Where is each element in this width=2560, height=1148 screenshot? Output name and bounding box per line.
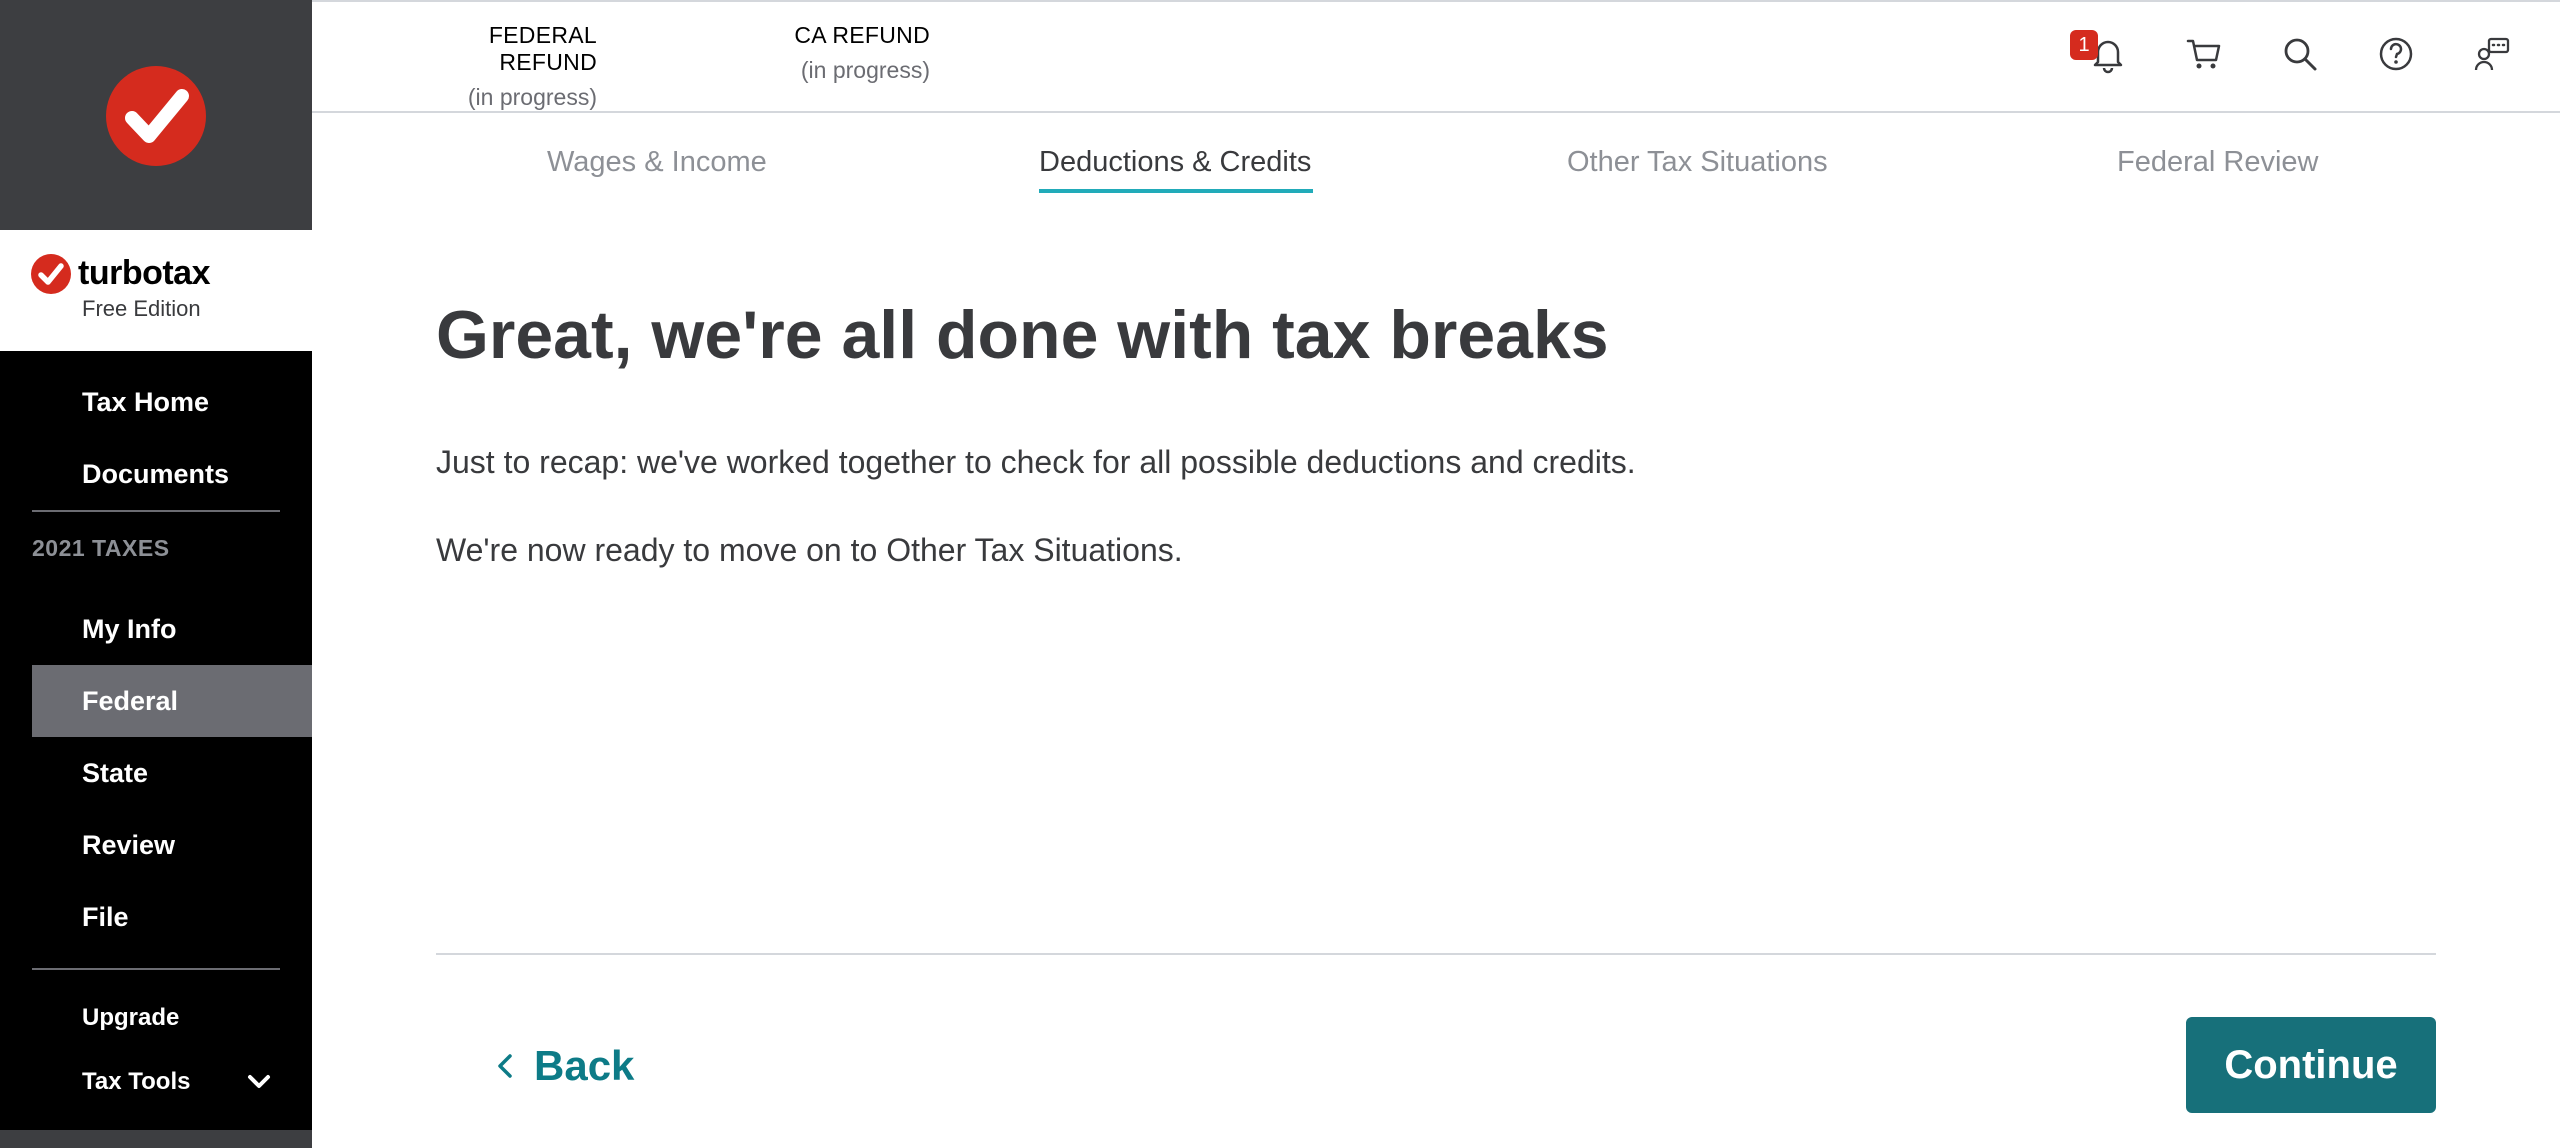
chat-icon[interactable] [2472,34,2512,74]
sidebar-item-review[interactable]: Review [32,809,312,881]
sidebar-divider [32,510,280,512]
page-title: Great, we're all done with tax breaks [436,297,1609,373]
active-tab-indicator [1039,189,1313,193]
sidebar-divider [32,968,280,970]
chevron-left-icon [498,1054,512,1078]
brand-block: turbotax Free Edition [0,230,312,351]
sidebar-footer [0,1130,312,1148]
ca-refund-status: (in progress) [800,57,930,83]
content-divider [436,953,2436,955]
tab-wages-income[interactable]: Wages & Income [547,146,767,179]
sidebar-item-upgrade[interactable]: Upgrade [32,982,312,1054]
federal-refund-label: FEDERAL REFUND [488,22,597,75]
notification-badge: 1 [2070,30,2098,60]
sidebar-section-title: 2021 TAXES [32,535,170,561]
sidebar-item-my-info[interactable]: My Info [32,593,312,665]
sidebar-item-federal[interactable]: Federal [32,665,312,737]
brand-edition: Free Edition [82,296,201,321]
back-button[interactable]: Back [494,1036,634,1096]
tab-other-tax-situations[interactable]: Other Tax Situations [1567,146,1828,179]
help-icon[interactable] [2376,34,2416,74]
sidebar-item-tax-home[interactable]: Tax Home [32,366,312,438]
sidebar-item-state[interactable]: State [32,737,312,809]
sidebar: turbotax Free Edition Tax Home Documents… [0,0,312,1148]
next-step-text: We're now ready to move on to Other Tax … [436,532,1183,568]
ca-refund-label: CA REFUND [794,22,930,48]
sidebar-item-file[interactable]: File [32,881,312,953]
continue-button[interactable]: Continue [2186,1017,2436,1113]
tab-deductions-credits[interactable]: Deductions & Credits [1039,146,1311,179]
header-divider [312,111,2560,113]
sidebar-item-documents[interactable]: Documents [32,438,312,510]
cart-icon[interactable] [2184,34,2224,74]
federal-refund-meter[interactable]: FEDERAL REFUND (in progress) [392,22,597,111]
search-icon[interactable] [2280,34,2320,74]
chevron-down-icon[interactable] [246,1069,272,1095]
top-border [312,0,2560,2]
brand-name: turbotax [78,254,211,292]
turbotax-logo-icon[interactable] [106,66,206,166]
back-button-label: Back [534,1042,635,1089]
brand-check-icon [31,254,71,294]
federal-refund-status: (in progress) [467,84,597,110]
sidebar-header [0,0,312,230]
tab-federal-review[interactable]: Federal Review [2117,146,2318,179]
recap-text: Just to recap: we've worked together to … [436,444,1636,480]
ca-refund-meter[interactable]: CA REFUND (in progress) [780,22,930,84]
